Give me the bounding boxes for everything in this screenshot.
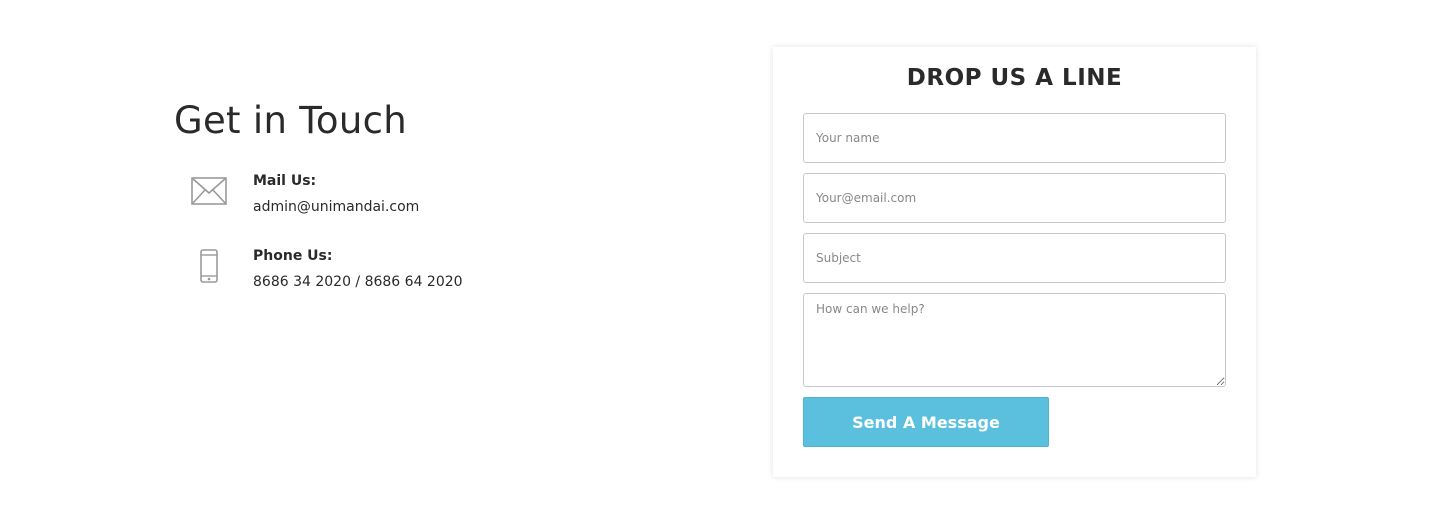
mail-address[interactable]: admin@unimandai.com [253, 198, 419, 216]
subject-input[interactable] [803, 233, 1226, 283]
name-input[interactable] [803, 113, 1226, 163]
mobile-phone-icon [190, 247, 228, 285]
envelope-icon [190, 172, 228, 210]
contact-form-card: DROP US A LINE Send A Message [773, 47, 1256, 477]
contact-info: Get in Touch Mail Us: admin@unimandai.co… [174, 98, 694, 290]
phone-numbers[interactable]: 8686 34 2020 / 8686 64 2020 [253, 273, 463, 291]
form-title: DROP US A LINE [906, 65, 1123, 91]
email-input[interactable] [803, 173, 1226, 223]
send-message-button[interactable]: Send A Message [803, 397, 1049, 447]
mail-label: Mail Us: [253, 173, 317, 189]
message-textarea[interactable] [803, 293, 1226, 387]
contact-heading: Get in Touch [174, 99, 407, 142]
contact-page: Get in Touch Mail Us: admin@unimandai.co… [0, 0, 1434, 527]
phone-label: Phone Us: [253, 248, 333, 264]
